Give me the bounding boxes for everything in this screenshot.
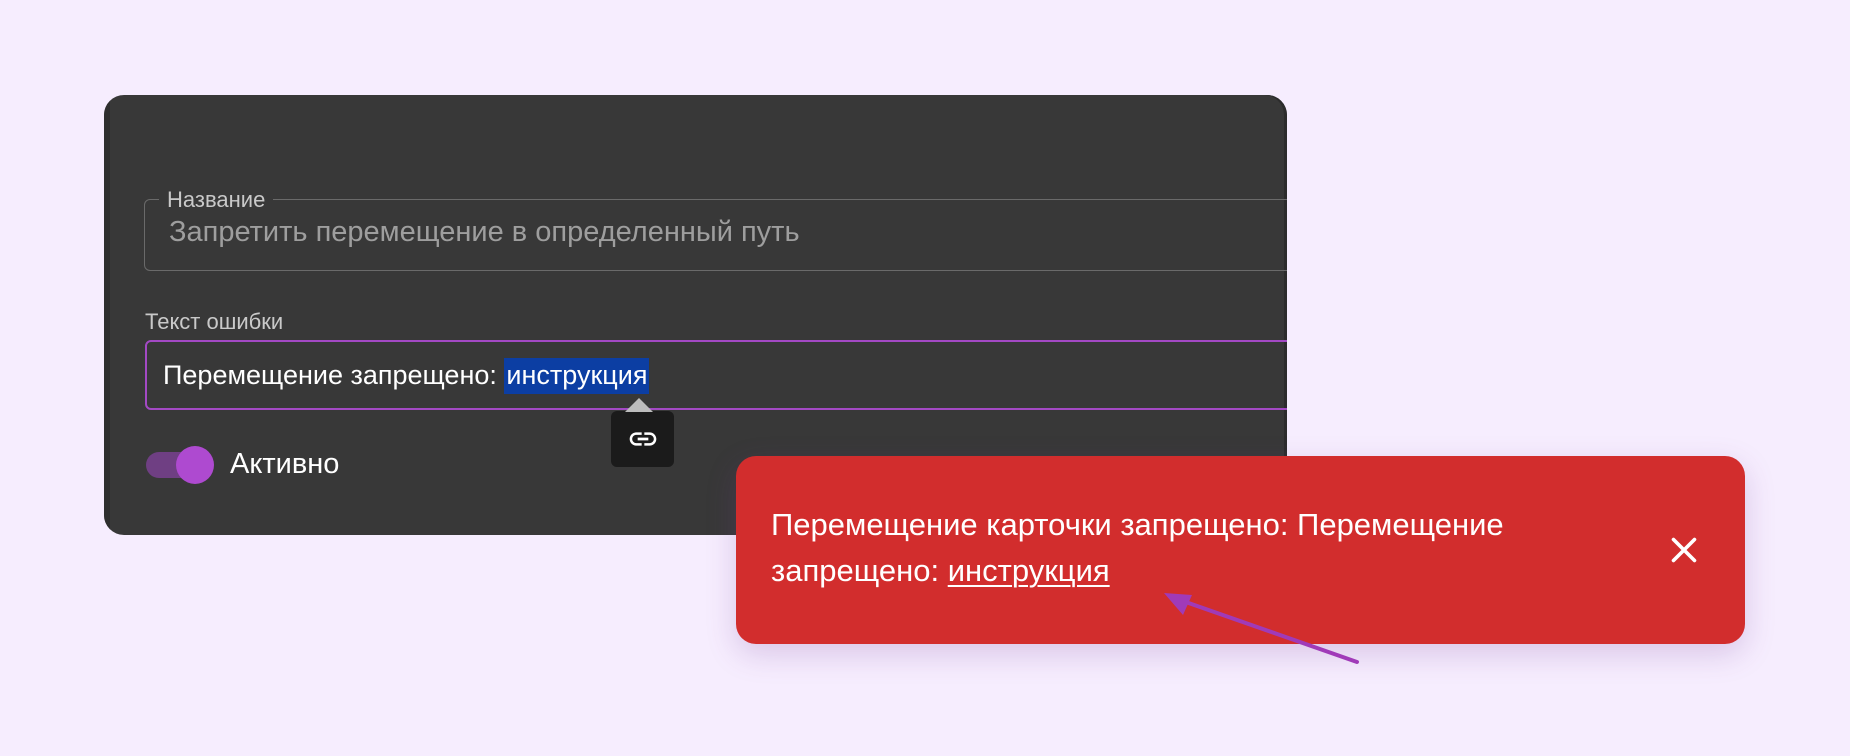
link-icon xyxy=(629,432,656,446)
name-field[interactable]: Название Запретить перемещение в определ… xyxy=(144,187,1287,271)
error-text-prefix: Перемещение запрещено: xyxy=(163,360,505,390)
error-text-label: Текст ошибки xyxy=(145,309,284,334)
snackbar-message: Перемещение карточки запрещено: Перемеще… xyxy=(771,502,1591,594)
annotation-arrow xyxy=(1164,593,1359,664)
toggle-thumb[interactable] xyxy=(176,445,214,484)
snackbar-message-prefix: Перемещение карточки запрещено: Перемеще… xyxy=(771,507,1504,588)
link-tooltip-button[interactable] xyxy=(611,398,674,467)
snackbar-instruction-link[interactable]: инструкция xyxy=(948,553,1110,588)
error-text-editor[interactable]: Перемещение запрещено: инструкция xyxy=(145,340,1287,410)
close-icon[interactable] xyxy=(1666,532,1702,568)
error-text-content[interactable]: Перемещение запрещено: инструкция xyxy=(163,358,650,394)
active-toggle-label: Активно xyxy=(230,448,340,480)
toggle-track[interactable] xyxy=(146,445,214,484)
active-toggle[interactable]: Активно xyxy=(146,445,340,484)
selected-link-text[interactable]: инструкция xyxy=(504,358,650,394)
name-field-label: Название xyxy=(159,187,274,213)
name-field-value[interactable]: Запретить перемещение в определенный пут… xyxy=(169,216,800,249)
